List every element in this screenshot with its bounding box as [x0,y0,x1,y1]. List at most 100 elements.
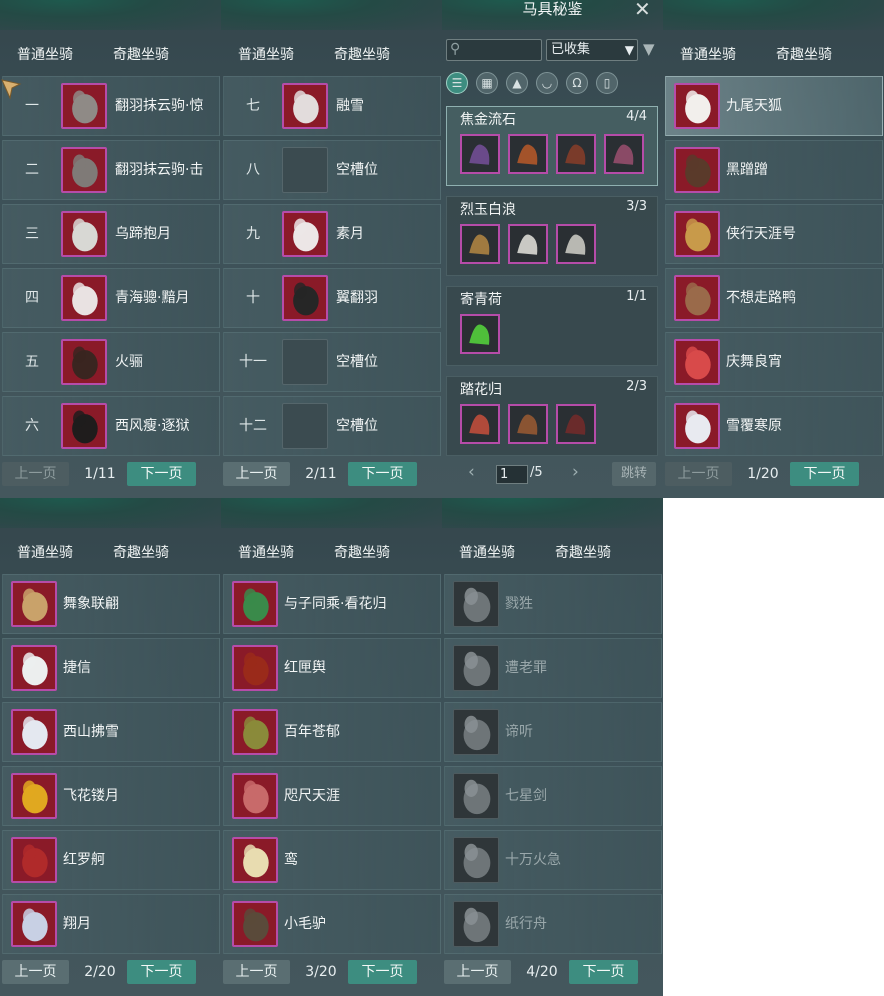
page-number-input[interactable]: 1 [496,465,528,484]
page-indicator: 1/11 [84,466,116,482]
tab-fun-mounts[interactable]: 奇趣坐骑 [334,542,390,562]
tack-piece-icon[interactable] [508,224,548,264]
mount-list-item[interactable]: 红匣舆 [223,638,441,698]
close-icon[interactable]: ✕ [634,0,651,21]
page-indicator: 1/20 [747,466,779,482]
tab-fun-mounts[interactable]: 奇趣坐骑 [555,542,611,562]
tack-piece-icon[interactable] [556,134,596,174]
search-input[interactable]: ⚲ [446,39,542,61]
mount-list-item[interactable]: 四 青海骢·黯月 [2,268,220,328]
tack-piece-icon[interactable] [508,134,548,174]
mount-list-item[interactable]: 红罗舸 [2,830,220,890]
mount-list-item[interactable]: 七 融雪 [223,76,441,136]
tack-piece-icon[interactable] [604,134,644,174]
prev-page-button[interactable]: 上一页 [2,462,69,486]
pagination: 上一页 2/11 下一页 [221,462,442,488]
tack-set[interactable]: 寄青荷 1/1 [446,286,658,366]
tab-fun-mounts[interactable]: 奇趣坐骑 [334,44,390,64]
mount-list-item[interactable]: 九 素月 [223,204,441,264]
tab-normal-mounts[interactable]: 普通坐骑 [459,542,515,562]
tab-fun-mounts[interactable]: 奇趣坐骑 [113,44,169,64]
mount-list-item[interactable]: 纸行舟 [444,894,662,954]
mount-list-item[interactable]: 五 火骊 [2,332,220,392]
barding-icon[interactable]: ▯ [596,72,618,94]
tack-set[interactable]: 焦金流石 4/4 [446,106,658,186]
tab-normal-mounts[interactable]: 普通坐骑 [238,542,294,562]
next-page-button[interactable]: 下一页 [790,462,859,486]
page-total: /5 [530,465,543,480]
stirrup-icon[interactable]: Ω [566,72,588,94]
grid-icon[interactable]: ▦ [476,72,498,94]
funnel-icon[interactable]: ▼ [643,40,655,58]
tab-normal-mounts[interactable]: 普通坐骑 [17,44,73,64]
mount-list-item[interactable]: 三 乌蹄抱月 [2,204,220,264]
mount-list-item[interactable]: 二 翻羽抹云驹·击 [2,140,220,200]
tack-set[interactable]: 踏花归 2/3 [446,376,658,456]
mount-list-item[interactable]: 谛听 [444,702,662,762]
mount-portrait-icon [453,837,499,883]
mount-list-item[interactable]: 一翻羽抹云驹·惊 [2,76,220,136]
mount-list-item[interactable]: 飞花镂月 [2,766,220,826]
mount-panel-page-2: 普通坐骑 奇趣坐骑 七融雪八空槽位九素月十翼翻羽 十一 空槽位 十二 空槽位 上一页 2… [221,0,442,498]
prev-page-button[interactable]: 上一页 [2,960,69,984]
mount-list-item[interactable]: 鸾 [223,830,441,890]
mount-list-item[interactable]: 戮狌 [444,574,662,634]
tack-piece-icon[interactable] [556,404,596,444]
tack-piece-icon[interactable] [508,404,548,444]
mount-list-item[interactable]: 百年苍郁 [223,702,441,762]
next-page-button[interactable]: 下一页 [127,960,196,984]
prev-page-button[interactable]: 上一页 [223,462,290,486]
mount-list-item[interactable]: 六 西风瘦·逐狱 [2,396,220,456]
saddle-icon[interactable]: ◡ [536,72,558,94]
mount-list-item[interactable]: 十 翼翻羽 [223,268,441,328]
mount-list-item[interactable]: 侠行天涯号 [665,204,883,264]
mount-list-item[interactable]: 雪覆寒原 [665,396,883,456]
mount-list-item[interactable]: 遭老罪 [444,638,662,698]
slot-number: 七 [246,98,260,114]
page-indicator: 2/20 [84,964,116,980]
mount-name: 舞象联翩 [63,596,119,612]
mount-list-item[interactable]: 九尾天狐 [665,76,883,136]
list-all-icon[interactable]: ☰ [446,72,468,94]
prev-page-button[interactable]: 上一页 [444,960,511,984]
tack-piece-icon[interactable] [556,224,596,264]
pagination: 上一页 1/11 下一页 [0,462,221,488]
next-page-button[interactable]: 下一页 [569,960,638,984]
mount-list-item[interactable]: 庆舞良宵 [665,332,883,392]
chevron-left-icon[interactable]: ‹ [468,462,475,482]
mount-list-item[interactable]: 七星剑 [444,766,662,826]
tack-piece-icon[interactable] [460,404,500,444]
mount-list-item[interactable]: 十万火急 [444,830,662,890]
collection-filter-select[interactable]: 已收集 ▼ [546,39,638,61]
prev-page-button[interactable]: 上一页 [223,960,290,984]
pagination: 上一页 3/20 下一页 [221,960,442,986]
next-page-button[interactable]: 下一页 [348,960,417,984]
next-page-button[interactable]: 下一页 [127,462,196,486]
mount-list-item[interactable]: 十二 空槽位 [223,396,441,456]
tab-normal-mounts[interactable]: 普通坐骑 [680,44,736,64]
mount-list-item[interactable]: 翔月 [2,894,220,954]
chevron-right-icon[interactable]: › [572,462,579,482]
mount-list-item[interactable]: 小毛驴 [223,894,441,954]
mount-list-item[interactable]: 捷信 [2,638,220,698]
mount-list-item[interactable]: 舞象联翩 [2,574,220,634]
tab-fun-mounts[interactable]: 奇趣坐骑 [113,542,169,562]
tack-piece-icon[interactable] [460,134,500,174]
mount-list-item[interactable]: 十一 空槽位 [223,332,441,392]
mount-list-item[interactable]: 不想走路鸭 [665,268,883,328]
headgear-icon[interactable]: ▲ [506,72,528,94]
tack-set[interactable]: 烈玉白浪 3/3 [446,196,658,276]
tab-normal-mounts[interactable]: 普通坐骑 [238,44,294,64]
tack-piece-icon[interactable] [460,314,500,354]
mount-list-item[interactable]: 黑蹭蹭 [665,140,883,200]
tab-fun-mounts[interactable]: 奇趣坐骑 [776,44,832,64]
mount-list-item[interactable]: 西山拂雪 [2,702,220,762]
tack-piece-icon[interactable] [460,224,500,264]
next-page-button[interactable]: 下一页 [348,462,417,486]
mount-list-item[interactable]: 与子同乘·看花归 [223,574,441,634]
tab-normal-mounts[interactable]: 普通坐骑 [17,542,73,562]
mount-list-item[interactable]: 咫尺天涯 [223,766,441,826]
jump-button[interactable]: 跳转 [612,462,656,486]
mount-list-item[interactable]: 八 空槽位 [223,140,441,200]
prev-page-button[interactable]: 上一页 [665,462,732,486]
